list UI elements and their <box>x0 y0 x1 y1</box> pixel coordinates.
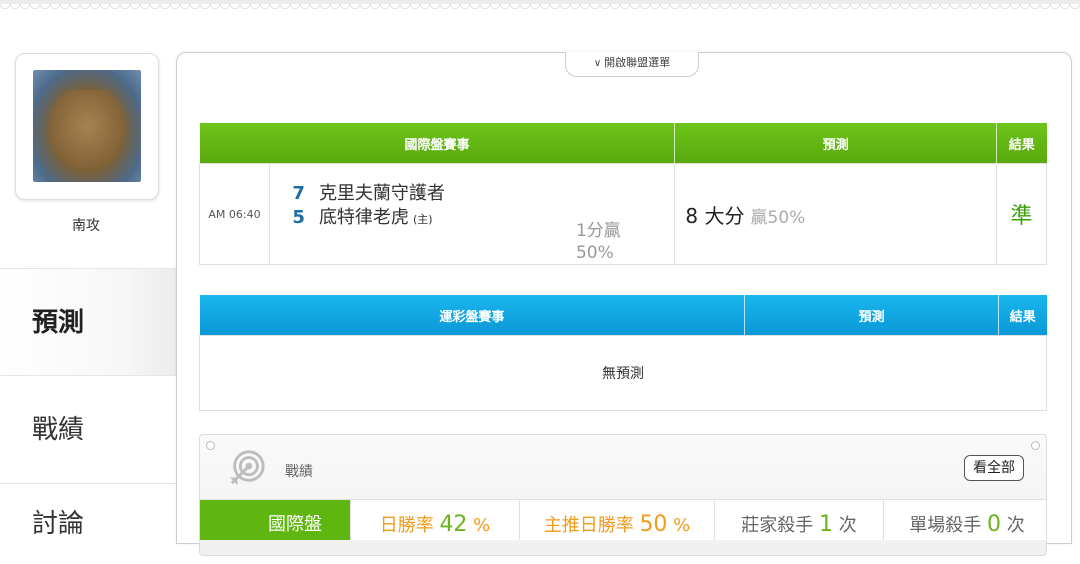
target-icon <box>229 450 265 486</box>
result-badge: 準 <box>996 163 1047 265</box>
game-time: AM 06:40 <box>199 163 270 265</box>
lottery-header-result: 結果 <box>998 295 1047 336</box>
stat-market-label[interactable]: 國際盤 <box>200 500 351 540</box>
stat-market-text: 國際盤 <box>268 514 322 535</box>
sidebar-tab-record[interactable]: 戰績 <box>0 376 176 484</box>
prediction-cell: 8 大分 贏50% <box>674 163 997 265</box>
stat-value: 50 <box>639 512 668 537</box>
record-section: 戰績 看全部 國際盤 日勝率 42 % 主推日勝率 50 % 莊家殺手 1 次 … <box>199 434 1047 556</box>
empty-message: 無預測 <box>199 335 1047 411</box>
stat-unit: % <box>673 515 691 536</box>
stats-bar: 國際盤 日勝率 42 % 主推日勝率 50 % 莊家殺手 1 次 單場殺手 0 … <box>200 499 1046 540</box>
home-marker: (主) <box>412 213 433 226</box>
stat-label: 莊家殺手 <box>741 515 814 536</box>
handicap-line: 1分贏 50% <box>576 220 621 264</box>
matchup-cell: 7 克里夫蘭守護者 5 底特律老虎 (主) 1分贏 50% <box>268 163 676 265</box>
international-prediction-table: 國際盤賽事 預測 結果 AM 06:40 7 克里夫蘭守護者 5 底特律老虎 (主) <box>199 123 1047 265</box>
home-team-name: 底特律老虎 <box>318 207 409 228</box>
stat-value: 42 <box>439 512 468 537</box>
intl-header-result: 結果 <box>996 123 1047 164</box>
away-team-name: 克里夫蘭守護者 <box>318 183 445 204</box>
view-all-button[interactable]: 看全部 <box>964 455 1024 481</box>
profile-card <box>15 53 159 200</box>
avatar[interactable] <box>33 70 141 182</box>
main-panel: ∨開啟聯盟選單 國際盤賽事 預測 結果 AM 06:40 7 克里夫蘭守護者 <box>176 52 1072 556</box>
league-menu-label: 開啟聯盟選單 <box>604 56 671 69</box>
stat-bookie-killer: 莊家殺手 1 次 <box>715 500 884 540</box>
stat-single-game-killer: 單場殺手 0 次 <box>884 500 1050 540</box>
corner-dot <box>206 441 215 450</box>
stat-label: 單場殺手 <box>909 515 982 536</box>
lottery-header-events: 運彩盤賽事 <box>199 295 746 336</box>
stat-unit: % <box>473 515 491 536</box>
stat-main-daily-win-rate: 主推日勝率 50 % <box>520 500 715 540</box>
league-menu-toggle[interactable]: ∨ 開啟聯盟選單 <box>565 52 699 77</box>
record-title: 戰績 <box>285 464 313 480</box>
chevron-down-icon: ∨ <box>593 58 602 69</box>
decorative-top-border <box>0 0 1080 20</box>
lottery-prediction-table: 運彩盤賽事 預測 結果 無預測 <box>199 295 1047 411</box>
sidebar-tab-discussion[interactable]: 討論 <box>0 484 176 544</box>
stat-label: 主推日勝率 <box>543 515 634 536</box>
stat-value: 1 <box>819 512 833 537</box>
intl-header-events: 國際盤賽事 <box>199 123 676 164</box>
corner-dot <box>1031 441 1040 450</box>
prediction-main: 8 大分 <box>685 203 745 228</box>
stat-value: 0 <box>987 512 1001 537</box>
intl-header-prediction: 預測 <box>674 123 997 164</box>
handicap-percent: 50% <box>575 243 614 263</box>
prediction-sub: 贏50% <box>750 207 806 228</box>
table-row: AM 06:40 7 克里夫蘭守護者 5 底特律老虎 (主) 1分贏 50% 8… <box>199 163 1047 265</box>
away-score: 7 <box>292 183 305 204</box>
table-row: 無預測 <box>199 335 1047 411</box>
stat-daily-win-rate: 日勝率 42 % <box>351 500 520 540</box>
home-score: 5 <box>292 207 305 228</box>
username: 南攻 <box>72 218 100 234</box>
lottery-header-prediction: 預測 <box>744 295 1000 336</box>
sidebar-tab-prediction[interactable]: 預測 <box>0 268 176 376</box>
stat-label: 日勝率 <box>379 515 434 536</box>
stat-unit: 次 <box>838 515 857 536</box>
stat-unit: 次 <box>1006 515 1025 536</box>
away-team-line: 7 克里夫蘭守護者 <box>271 182 673 206</box>
handicap-value: 1分贏 <box>575 221 621 241</box>
